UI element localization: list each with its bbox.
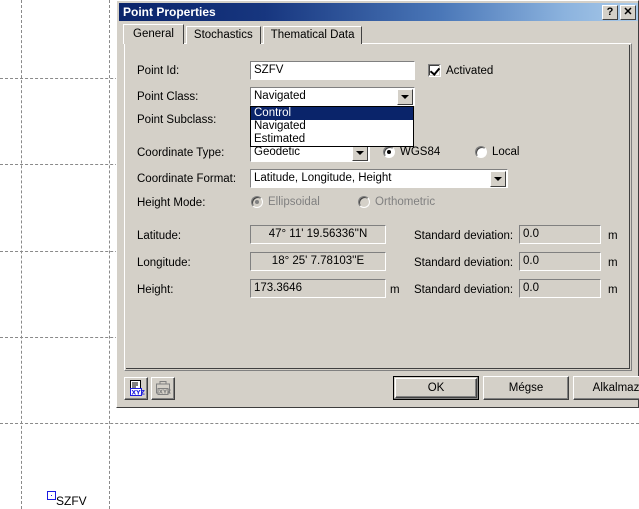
height-label: Height:: [137, 284, 174, 296]
tab-stochastics[interactable]: Stochastics: [185, 26, 261, 44]
height-std-dev-value: 0.0: [519, 279, 601, 298]
tab-thematical-data[interactable]: Thematical Data: [262, 26, 363, 44]
dropdown-option-estimated[interactable]: Estimated: [251, 133, 413, 146]
datum-local-label: Local: [492, 146, 520, 158]
cancel-button[interactable]: Mégse: [483, 376, 569, 400]
help-icon[interactable]: ?: [602, 4, 618, 20]
coordinate-format-label: Coordinate Format:: [137, 173, 237, 185]
export-xyz-button[interactable]: XYZ: [124, 377, 148, 400]
map-gridline-horizontal: [0, 423, 639, 424]
latitude-std-dev-value: 0.0: [519, 225, 601, 244]
latitude-label: Latitude:: [137, 230, 182, 242]
chevron-down-icon[interactable]: [397, 89, 413, 105]
height-std-dev-unit: m: [608, 284, 618, 296]
activated-checkbox[interactable]: Activated: [428, 64, 493, 77]
svg-text:XYZ: XYZ: [158, 390, 170, 396]
longitude-std-dev-unit: m: [608, 257, 618, 269]
chevron-down-icon[interactable]: [490, 171, 506, 187]
longitude-std-dev-value: 0.0: [519, 252, 601, 271]
latitude-std-dev-unit: m: [608, 230, 618, 242]
longitude-label: Longitude:: [137, 257, 191, 269]
point-subclass-label: Point Subclass:: [137, 114, 217, 126]
radio-dot: [383, 146, 395, 158]
dropdown-option-navigated[interactable]: Navigated: [251, 120, 413, 133]
import-xyz-button[interactable]: XYZ: [151, 377, 175, 400]
dropdown-option-control[interactable]: Control: [251, 107, 413, 120]
tab-panel-general: Point Id: SZFV Activated Point Class: Na…: [124, 43, 632, 371]
map-gridline-vertical: [21, 0, 22, 509]
radio-dot: [358, 196, 370, 208]
tab-general[interactable]: General: [123, 24, 184, 44]
document-xyz-icon: XYZ: [129, 380, 145, 397]
map-point-label: SZFV: [56, 494, 87, 508]
height-mode-ellipsoidal-radio: Ellipsoidal: [251, 196, 320, 208]
checkbox-box: [428, 64, 441, 77]
point-class-dropdown-list[interactable]: Control Navigated Estimated: [250, 106, 414, 147]
ok-button[interactable]: OK: [393, 376, 479, 400]
map-gridline-vertical: [109, 0, 110, 509]
chevron-down-icon[interactable]: [352, 145, 368, 161]
height-mode-ellipsoidal-label: Ellipsoidal: [268, 196, 320, 208]
datum-wgs84-radio[interactable]: WGS84: [383, 146, 440, 158]
datum-local-radio[interactable]: Local: [475, 146, 520, 158]
height-value: 173.3646: [250, 279, 386, 298]
point-id-input[interactable]: SZFV: [250, 61, 415, 80]
point-class-value: Navigated: [254, 90, 306, 102]
dialog-title: Point Properties: [123, 5, 216, 19]
latitude-value: 47° 11' 19.56336''N: [250, 225, 386, 244]
longitude-value: 18° 25' 7.78103''E: [250, 252, 386, 271]
height-mode-orthometric-radio: Orthometric: [358, 196, 435, 208]
activated-label: Activated: [446, 64, 494, 77]
point-id-label: Point Id:: [137, 65, 180, 77]
datum-wgs84-label: WGS84: [400, 146, 441, 158]
ok-button-label: OK: [395, 378, 477, 398]
close-icon[interactable]: ✕: [620, 4, 636, 20]
height-unit: m: [390, 284, 400, 296]
radio-dot: [475, 146, 487, 158]
apply-button[interactable]: Alkalmaz: [573, 376, 639, 400]
coordinate-format-combobox[interactable]: Latitude, Longitude, Height: [250, 169, 508, 188]
coordinate-format-value: Latitude, Longitude, Height: [254, 172, 392, 184]
latitude-std-dev-label: Standard deviation:: [414, 230, 514, 242]
height-std-dev-label: Standard deviation:: [414, 284, 514, 296]
height-mode-label: Height Mode:: [137, 197, 206, 209]
tab-strip: General Stochastics Thematical Data: [123, 24, 632, 44]
coordinate-type-label: Coordinate Type:: [137, 147, 225, 159]
svg-text:XYZ: XYZ: [131, 390, 145, 397]
case-xyz-icon: XYZ: [155, 381, 171, 396]
map-point-marker[interactable]: [47, 491, 56, 500]
radio-dot: [251, 196, 263, 208]
dialog-titlebar[interactable]: Point Properties ? ✕: [119, 3, 638, 21]
point-properties-dialog: Point Properties ? ✕ General Stochastics…: [116, 0, 639, 408]
height-mode-orthometric-label: Orthometric: [375, 196, 436, 208]
longitude-std-dev-label: Standard deviation:: [414, 257, 514, 269]
point-class-combobox[interactable]: Navigated: [250, 87, 415, 106]
point-class-label: Point Class:: [137, 91, 199, 103]
